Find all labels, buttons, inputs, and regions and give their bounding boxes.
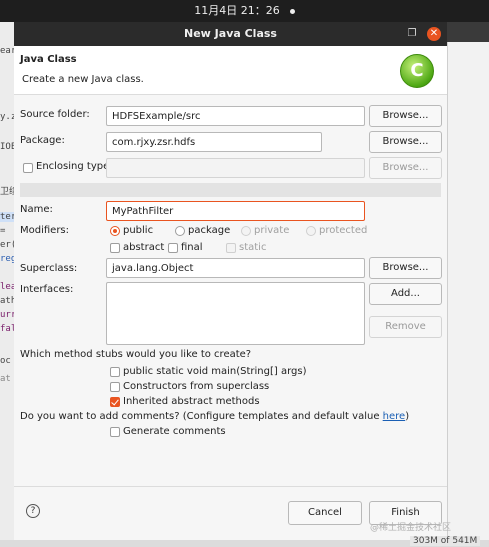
bg-fragment: lea [0, 282, 14, 292]
header-description: Create a new Java class. [22, 74, 144, 85]
modifier-private-label: private [254, 225, 290, 236]
package-label: Package: [20, 135, 65, 146]
modifier-abstract-checkbox[interactable] [110, 243, 120, 253]
bg-fragment: ter [0, 212, 14, 222]
superclass-field[interactable]: java.lang.Object [106, 258, 365, 278]
new-class-wizard-icon: C [400, 54, 434, 88]
bg-fragment: = [0, 226, 6, 236]
dialog-header: Java Class Create a new Java class. C [14, 46, 447, 95]
bg-fragment: 卫续 [0, 187, 14, 197]
modifier-public-radio[interactable] [110, 226, 120, 236]
generate-comments-label: Generate comments [123, 426, 226, 437]
interfaces-label: Interfaces: [20, 284, 74, 295]
modifier-public-label: public [123, 225, 154, 236]
modifier-package-label: package [188, 225, 231, 236]
bg-fragment: ath [0, 296, 14, 306]
name-label: Name: [20, 204, 53, 215]
enclosing-type-checkbox[interactable] [23, 163, 33, 173]
stub-main-checkbox[interactable] [110, 367, 120, 377]
header-title: Java Class [20, 54, 77, 65]
modifier-protected-label: protected [319, 225, 368, 236]
dialog-title: New Java Class [184, 27, 277, 40]
dialog-title-bar[interactable]: New Java Class ❐ ✕ [14, 22, 447, 46]
notification-dot-icon [289, 8, 295, 14]
source-folder-label: Source folder: [20, 109, 90, 120]
stub-constructors-label: Constructors from superclass [123, 381, 270, 392]
package-field[interactable]: com.rjxy.zsr.hdfs [106, 132, 322, 152]
bg-fragment: at [0, 374, 11, 384]
section-separator [20, 183, 441, 197]
bg-fragment: fal [0, 324, 14, 334]
class-name-field[interactable]: MyPathFilter [106, 201, 365, 221]
comments-question-text: Do you want to add comments? (Configure … [20, 411, 383, 422]
modifier-package-radio[interactable] [175, 226, 185, 236]
stub-inherited-label: Inherited abstract methods [123, 396, 260, 407]
heap-memory-indicator[interactable]: 303M of 541M [410, 536, 481, 546]
enclosing-type-browse-button[interactable]: Browse... [369, 157, 442, 179]
modifier-abstract-label: abstract [123, 242, 165, 253]
interfaces-list[interactable] [106, 282, 365, 345]
modifiers-label: Modifiers: [20, 225, 70, 236]
enclosing-type-label: Enclosing type: [36, 161, 113, 172]
comments-question-end: ) [405, 411, 410, 422]
stub-inherited-checkbox[interactable] [110, 397, 120, 407]
bg-fragment: urr [0, 310, 14, 320]
comments-question: Do you want to add comments? (Configure … [20, 411, 409, 422]
watermark: @稀土掘金技术社区 [370, 523, 452, 533]
superclass-label: Superclass: [20, 263, 78, 274]
bg-fragment: reg [0, 254, 14, 264]
configure-templates-link[interactable]: here [383, 411, 406, 422]
bg-fragment: ear [0, 46, 14, 56]
footer-divider [14, 486, 447, 487]
bg-fragment: er( [0, 240, 14, 250]
bg-fragment: IOE [0, 142, 14, 152]
help-icon[interactable]: ? [26, 504, 40, 518]
source-folder-field[interactable]: HDFSExample/src [106, 106, 365, 126]
remove-interface-button[interactable]: Remove [369, 316, 442, 338]
modifier-final-checkbox[interactable] [168, 243, 178, 253]
close-icon[interactable]: ✕ [427, 27, 441, 41]
method-stubs-question: Which method stubs would you like to cre… [20, 349, 252, 360]
stub-main-label: public static void main(String[] args) [123, 366, 307, 377]
bg-fragment: oc [0, 356, 11, 366]
cancel-button[interactable]: Cancel [288, 501, 362, 525]
superclass-browse-button[interactable]: Browse... [369, 257, 442, 279]
system-clock[interactable]: 11月4日 21：26 [194, 4, 280, 17]
stub-constructors-checkbox[interactable] [110, 382, 120, 392]
package-browse-button[interactable]: Browse... [369, 131, 442, 153]
add-interface-button[interactable]: Add... [369, 283, 442, 305]
background-window-edge [447, 42, 489, 547]
modifier-protected-radio[interactable] [306, 226, 316, 236]
modifier-private-radio[interactable] [241, 226, 251, 236]
background-editor-strip: ear y.z IOE 卫续 ter = er( reg lea ath urr… [0, 22, 14, 547]
modifier-static-label: static [239, 242, 267, 253]
bg-fragment: y.z [0, 112, 14, 122]
enclosing-type-field[interactable] [106, 158, 365, 178]
modifier-static-checkbox[interactable] [226, 243, 236, 253]
source-folder-browse-button[interactable]: Browse... [369, 105, 442, 127]
restore-icon[interactable]: ❐ [405, 27, 419, 41]
system-top-bar: 11月4日 21：26 [0, 0, 489, 22]
new-java-class-dialog: Java Class Create a new Java class. C So… [14, 46, 447, 540]
modifier-final-label: final [181, 242, 203, 253]
generate-comments-checkbox[interactable] [110, 427, 120, 437]
